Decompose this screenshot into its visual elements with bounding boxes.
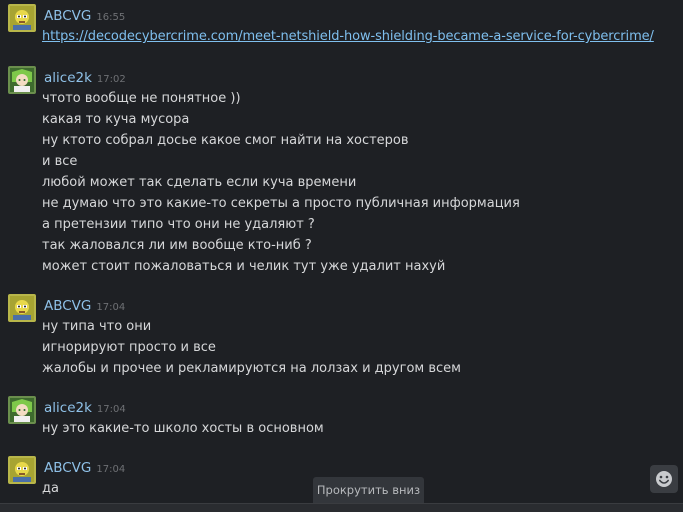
avatar-image bbox=[10, 68, 34, 92]
author-name[interactable]: ABCVG bbox=[44, 298, 91, 314]
avatar-image bbox=[10, 296, 34, 320]
alice2k-avatar[interactable] bbox=[8, 396, 36, 424]
avatar-image bbox=[10, 458, 34, 482]
message-line: игнорируют просто и все bbox=[42, 340, 216, 355]
message-body: https://decodecybercrime.com/meet-netshi… bbox=[42, 26, 654, 47]
alice2k-avatar[interactable] bbox=[8, 66, 36, 94]
timestamp: 16:55 bbox=[96, 12, 126, 23]
emoji-button[interactable] bbox=[650, 465, 678, 493]
message-line: не думаю что это какие-то секреты а прос… bbox=[42, 196, 520, 211]
message-line: ну ктото собрал досье какое смог найти н… bbox=[42, 133, 409, 148]
message-line: какая то куча мусора bbox=[42, 112, 190, 127]
message-header: alice2k 17:02 bbox=[44, 69, 126, 88]
message-body: ну это какие-то школо хосты в основном bbox=[42, 418, 324, 439]
author-name[interactable]: ABCVG bbox=[44, 460, 91, 476]
message-header: ABCVG 16:55 bbox=[44, 7, 125, 26]
avatar-image bbox=[10, 398, 34, 422]
timestamp: 17:02 bbox=[96, 74, 126, 85]
message-line: может стоит пожаловаться и челик тут уже… bbox=[42, 259, 446, 274]
message-body: ну типа что они игнорируют просто и все … bbox=[42, 316, 461, 379]
message-link[interactable]: https://decodecybercrime.com/meet-netshi… bbox=[42, 26, 654, 47]
message-line: чтото вообще не понятное )) bbox=[42, 91, 241, 106]
abcvg-avatar[interactable] bbox=[8, 4, 36, 32]
timestamp: 17:04 bbox=[96, 302, 126, 313]
message-line: а претензии типо что они не удаляют ? bbox=[42, 217, 315, 232]
message-header: alice2k 17:04 bbox=[44, 399, 126, 418]
message-line: и все bbox=[42, 154, 78, 169]
message-line: любой может так сделать если куча времен… bbox=[42, 175, 357, 190]
message-body: да bbox=[42, 478, 59, 499]
message-header: ABCVG 17:04 bbox=[44, 459, 125, 478]
message-line: так жаловался ли им вообще кто-ниб ? bbox=[42, 238, 312, 253]
timestamp: 17:04 bbox=[96, 404, 126, 415]
timestamp: 17:04 bbox=[96, 464, 126, 475]
author-name[interactable]: alice2k bbox=[44, 70, 92, 86]
composer-bar bbox=[0, 503, 683, 512]
avatar-image bbox=[10, 6, 34, 30]
scroll-to-bottom-button[interactable]: Прокрутить вниз bbox=[313, 477, 424, 503]
emoji-smiley-icon bbox=[656, 471, 672, 487]
message-line: да bbox=[42, 481, 59, 496]
message-line: ну это какие-то школо хосты в основном bbox=[42, 421, 324, 436]
abcvg-avatar[interactable] bbox=[8, 294, 36, 322]
chat-log: ABCVG 16:55 https://decodecybercrime.com/… bbox=[0, 0, 683, 512]
message-body: чтото вообще не понятное )) какая то куч… bbox=[42, 88, 520, 277]
message-header: ABCVG 17:04 bbox=[44, 297, 125, 316]
message-line: ну типа что они bbox=[42, 319, 152, 334]
abcvg-avatar[interactable] bbox=[8, 456, 36, 484]
message-line: жалобы и прочее и рекламируются на лолза… bbox=[42, 361, 461, 376]
author-name[interactable]: alice2k bbox=[44, 400, 92, 416]
author-name[interactable]: ABCVG bbox=[44, 8, 91, 24]
